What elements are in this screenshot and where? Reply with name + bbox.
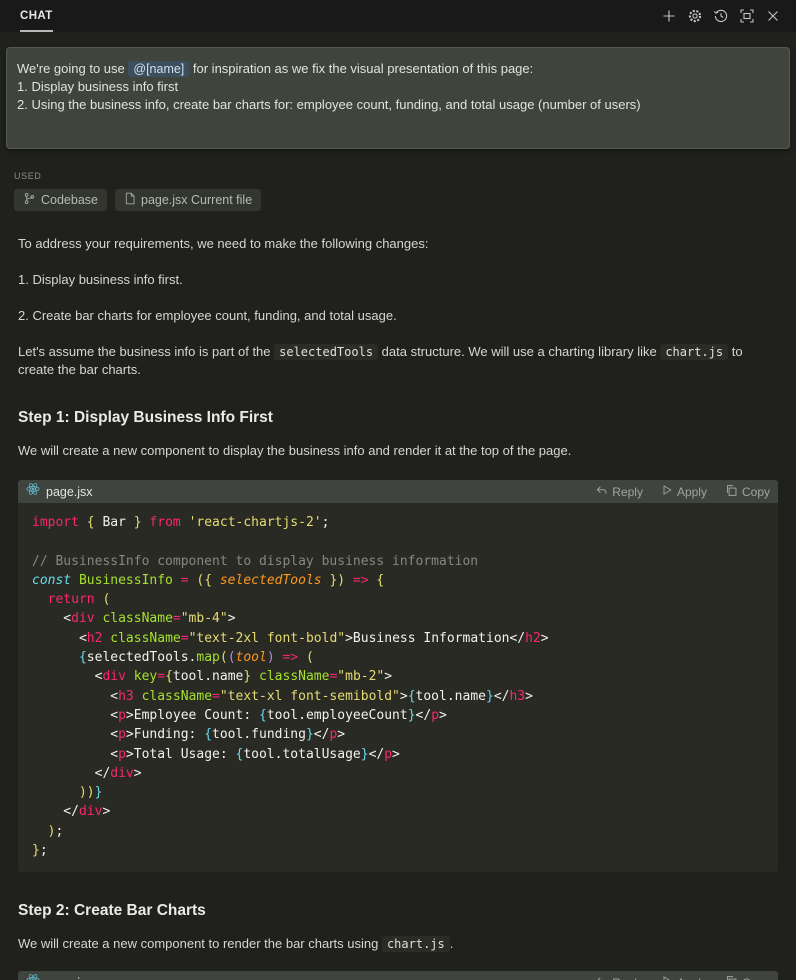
inline-code: chart.js [382,936,450,952]
screen-full-icon[interactable] [734,3,760,29]
code-block-page-jsx: page.jsx Reply Apply Copy import { Bar [18,480,778,872]
step2-heading: Step 2: Create Bar Charts [18,902,778,920]
apply-button[interactable]: Apply [661,975,707,980]
used-label: USED [14,171,796,181]
list-item-1: 1. Display business info first. [18,271,778,289]
inline-code: chart.js [660,344,728,360]
step1-heading: Step 1: Display Business Info First [18,409,778,427]
git-branch-icon [23,192,36,208]
history-icon[interactable] [708,3,734,29]
code-filename: page.jsx [46,485,577,499]
reply-icon [595,975,608,980]
chip-label: page.jsx Current file [141,193,252,207]
chip-label: Codebase [41,193,98,207]
copy-button[interactable]: Copy [725,975,770,980]
paragraph: To address your requirements, we need to… [18,235,778,253]
reply-button[interactable]: Reply [595,484,643,500]
user-message-line2: 1. Display business info first [17,78,779,96]
user-message-line1: We're going to use @[name] for inspirati… [17,60,779,78]
code-block-2-cutoff: page.jsx Reply Apply Copy [18,971,778,980]
tab-chat[interactable]: CHAT [20,0,53,32]
reply-icon [595,484,608,500]
titlebar: CHAT [0,0,796,32]
code-block-header: page.jsx Reply Apply Copy [18,971,778,980]
file-icon [124,192,136,208]
user-message[interactable]: We're going to use @[name] for inspirati… [6,47,790,149]
list-item-2: 2. Create bar charts for employee count,… [18,307,778,325]
code-filename: page.jsx [46,976,577,980]
assistant-response: To address your requirements, we need to… [0,235,796,980]
apply-button[interactable]: Apply [661,484,707,499]
inline-code: selectedTools [274,344,378,360]
plus-icon[interactable] [656,3,682,29]
reply-button[interactable]: Reply [595,975,643,980]
paragraph: We will create a new component to render… [18,935,778,953]
paragraph: Let's assume the business info is part o… [18,343,778,379]
close-icon[interactable] [760,3,786,29]
copy-icon [725,484,738,500]
apply-icon [661,975,673,980]
gear-icon[interactable] [682,3,708,29]
user-message-line3: 2. Using the business info, create bar c… [17,96,779,114]
code-block-header: page.jsx Reply Apply Copy [18,480,778,503]
context-chips: Codebase page.jsx Current file [14,189,796,211]
copy-button[interactable]: Copy [725,484,770,500]
react-icon [26,973,40,980]
mention-chip[interactable]: @[name] [128,61,189,77]
paragraph: We will create a new component to displa… [18,442,778,460]
chip-current-file[interactable]: page.jsx Current file [115,189,261,211]
chip-codebase[interactable]: Codebase [14,189,107,211]
copy-icon [725,975,738,980]
react-icon [26,482,40,501]
code-content[interactable]: import { Bar } from 'react-chartjs-2'; /… [18,503,778,872]
apply-icon [661,484,673,499]
